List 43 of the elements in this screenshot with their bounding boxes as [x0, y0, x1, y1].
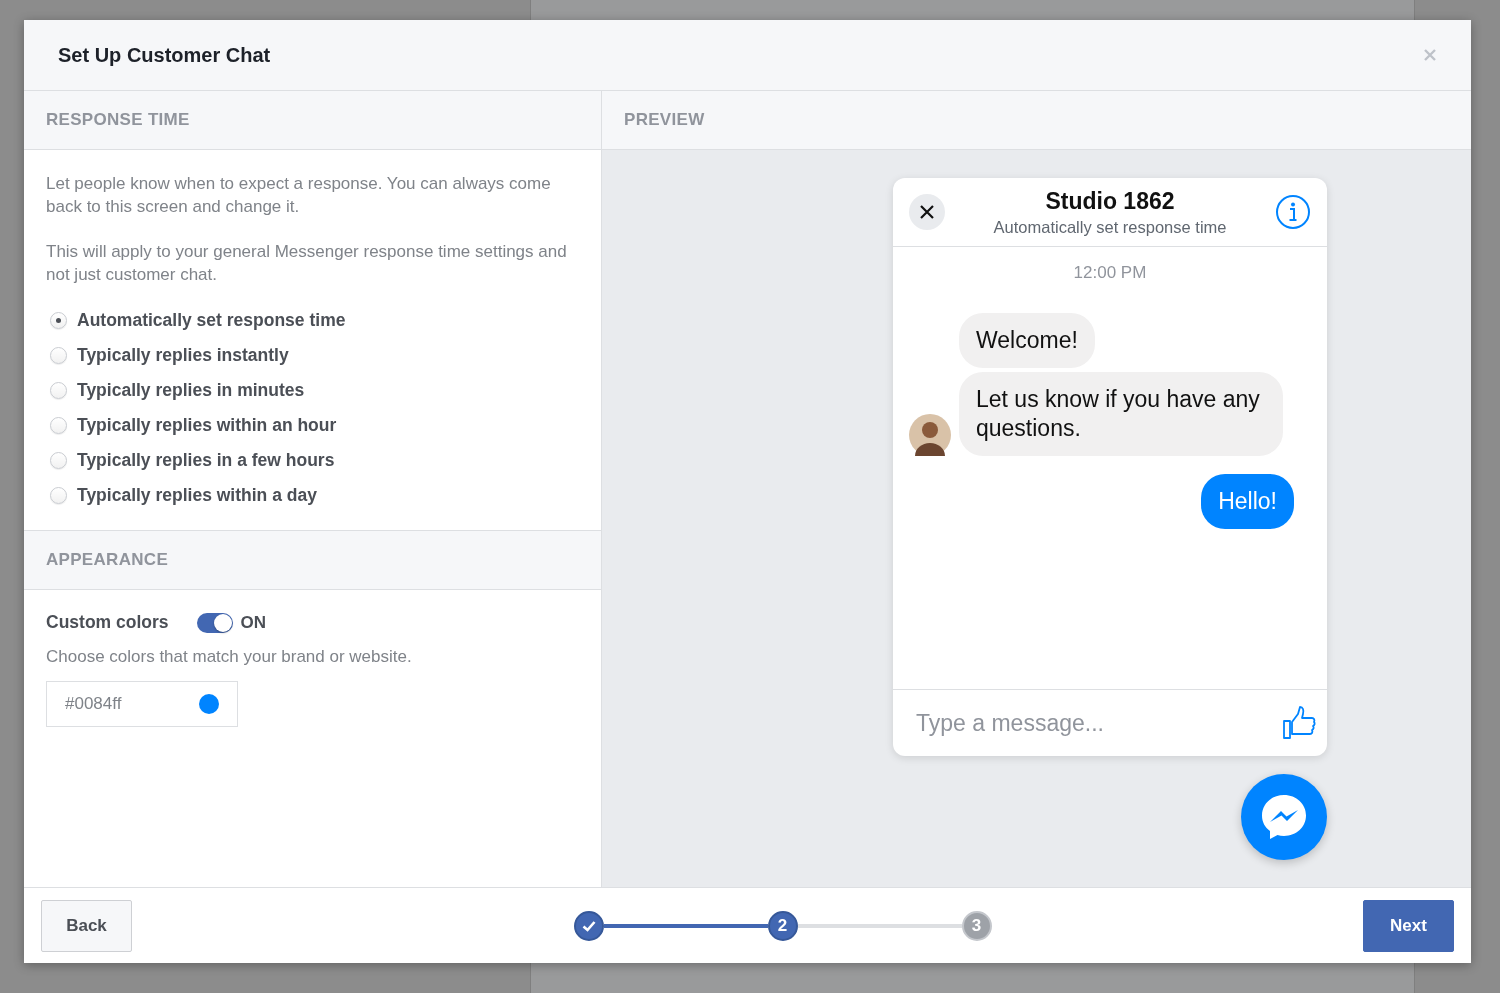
toggle-state-text: ON — [240, 612, 267, 633]
radio-label: Typically replies within an hour — [77, 415, 337, 436]
thumbs-up-icon[interactable] — [1281, 705, 1317, 741]
setting-label: Custom colors — [46, 612, 169, 633]
section-header: RESPONSE TIME — [24, 91, 601, 150]
close-button[interactable] — [909, 194, 945, 230]
message-bubble: Welcome! — [959, 313, 1095, 368]
close-icon — [919, 204, 935, 220]
description-text: This will apply to your general Messenger response time settings and not just customer chat. — [46, 241, 568, 286]
message-input[interactable]: Type a message... — [914, 708, 1218, 738]
message-time: 12:00 PM — [1072, 263, 1148, 283]
avatar — [909, 414, 951, 456]
hint-text: Choose colors that match your brand or website. — [46, 647, 413, 667]
radio-label: Typically replies instantly — [77, 345, 289, 366]
message-bubble: Let us know if you have any questions. — [959, 372, 1283, 456]
radio-button[interactable] — [50, 347, 67, 364]
radio-label: Typically replies within a day — [77, 485, 317, 506]
radio-button[interactable] — [50, 312, 67, 329]
radio-button[interactable] — [50, 452, 67, 469]
color-swatch[interactable] — [199, 694, 219, 714]
messenger-button[interactable] — [1241, 774, 1327, 860]
chat-subtitle: Automatically set response time — [993, 217, 1227, 237]
step-indicator: 2 — [767, 910, 798, 941]
section-header: APPEARANCE — [24, 530, 601, 590]
step-indicator: 3 — [961, 910, 992, 941]
color-field[interactable]: #0084ff — [46, 681, 238, 727]
description-text: Let people know when to expect a response. You can always come back to this screen and change it. — [46, 173, 552, 218]
radio-label: Automatically set response time — [77, 310, 346, 331]
messenger-logo-icon — [1259, 792, 1309, 842]
message-bubble: Hello! — [1201, 474, 1294, 529]
color-value: #0084ff — [65, 694, 122, 714]
dialog-title: Set Up Customer Chat — [58, 43, 271, 67]
radio-label: Typically replies in minutes — [77, 380, 305, 401]
radio-button[interactable] — [50, 487, 67, 504]
back-button[interactable]: Back — [41, 899, 132, 952]
info-icon[interactable] — [1275, 194, 1311, 230]
chat-title: Studio 1862 — [1045, 187, 1175, 215]
section-header: PREVIEW — [602, 91, 1471, 150]
next-button[interactable]: Next — [1363, 899, 1454, 952]
radio-button[interactable] — [50, 417, 67, 434]
radio-label: Typically replies in a few hours — [77, 450, 335, 471]
radio-button[interactable] — [50, 382, 67, 399]
toggle-switch[interactable] — [196, 612, 233, 633]
